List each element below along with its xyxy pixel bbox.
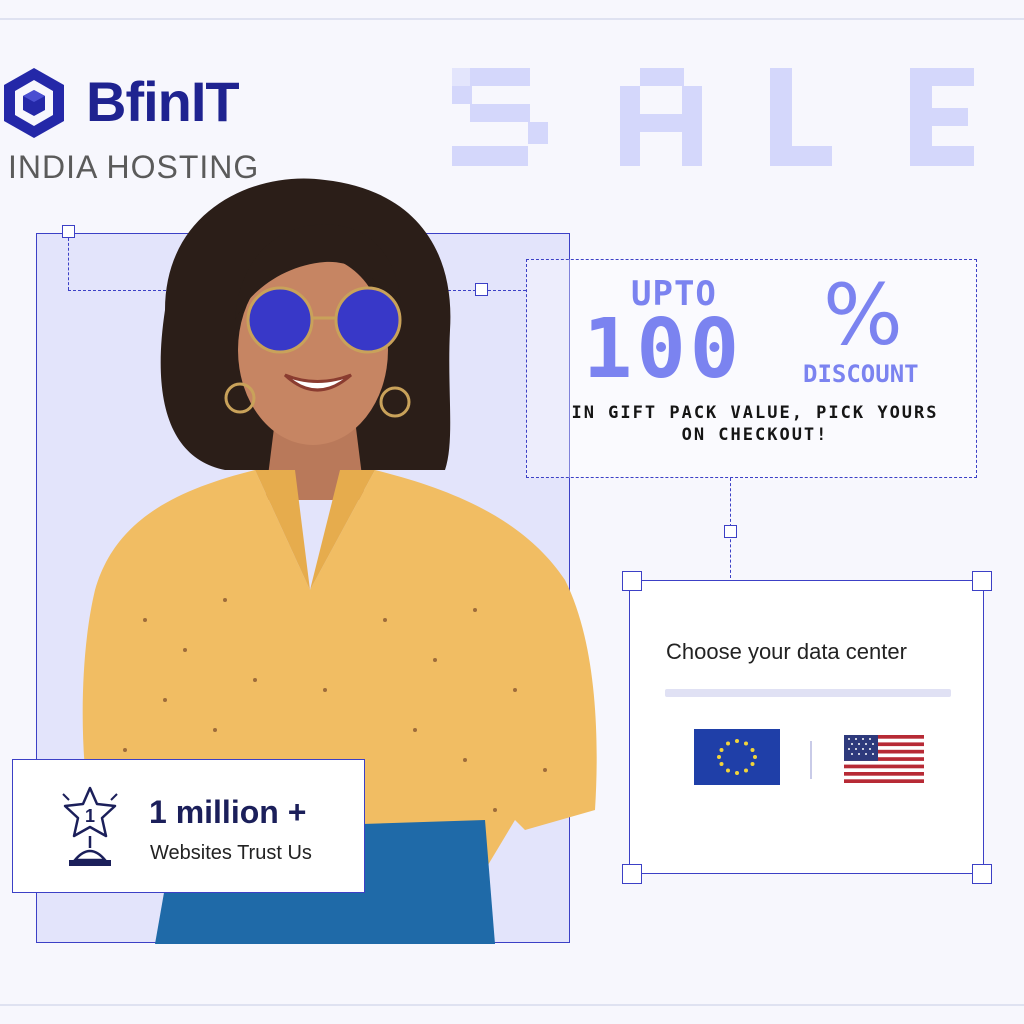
- card-corner-handle: [972, 571, 992, 591]
- top-divider: [0, 18, 1024, 20]
- trophy-icon: 1: [62, 786, 118, 866]
- connector-handle: [724, 525, 737, 538]
- card-corner-handle: [622, 571, 642, 591]
- data-center-title: Choose your data center: [666, 639, 907, 664]
- bottom-divider: [0, 1004, 1024, 1006]
- data-center-divider: [665, 689, 951, 697]
- data-center-card: Choose your data center: [629, 580, 984, 874]
- discount-offer-box: UPTO 100 % DISCOUNT IN GIFT PACK VALUE, …: [526, 259, 977, 478]
- bfinit-logo-icon: [4, 68, 64, 138]
- sale-heading: [452, 68, 974, 166]
- trophy-number: 1: [85, 806, 95, 826]
- gift-pack-text: IN GIFT PACK VALUE, PICK YOURS ON CHECKO…: [571, 403, 939, 445]
- trust-text: Websites Trust Us: [150, 842, 312, 864]
- us-flag-icon[interactable]: [844, 735, 924, 783]
- card-corner-handle: [622, 864, 642, 884]
- trust-count: 1 million +: [149, 794, 307, 830]
- percent-sign: %: [823, 266, 903, 364]
- trust-card: 1 1 million + Websites Trust Us: [12, 759, 365, 893]
- discount-amount: 100: [583, 302, 744, 397]
- flag-separator: [810, 741, 812, 779]
- brand-name: BfinIT: [86, 70, 240, 133]
- discount-label: DISCOUNT: [803, 360, 919, 388]
- eu-flag-icon[interactable]: [694, 729, 780, 785]
- card-corner-handle: [972, 864, 992, 884]
